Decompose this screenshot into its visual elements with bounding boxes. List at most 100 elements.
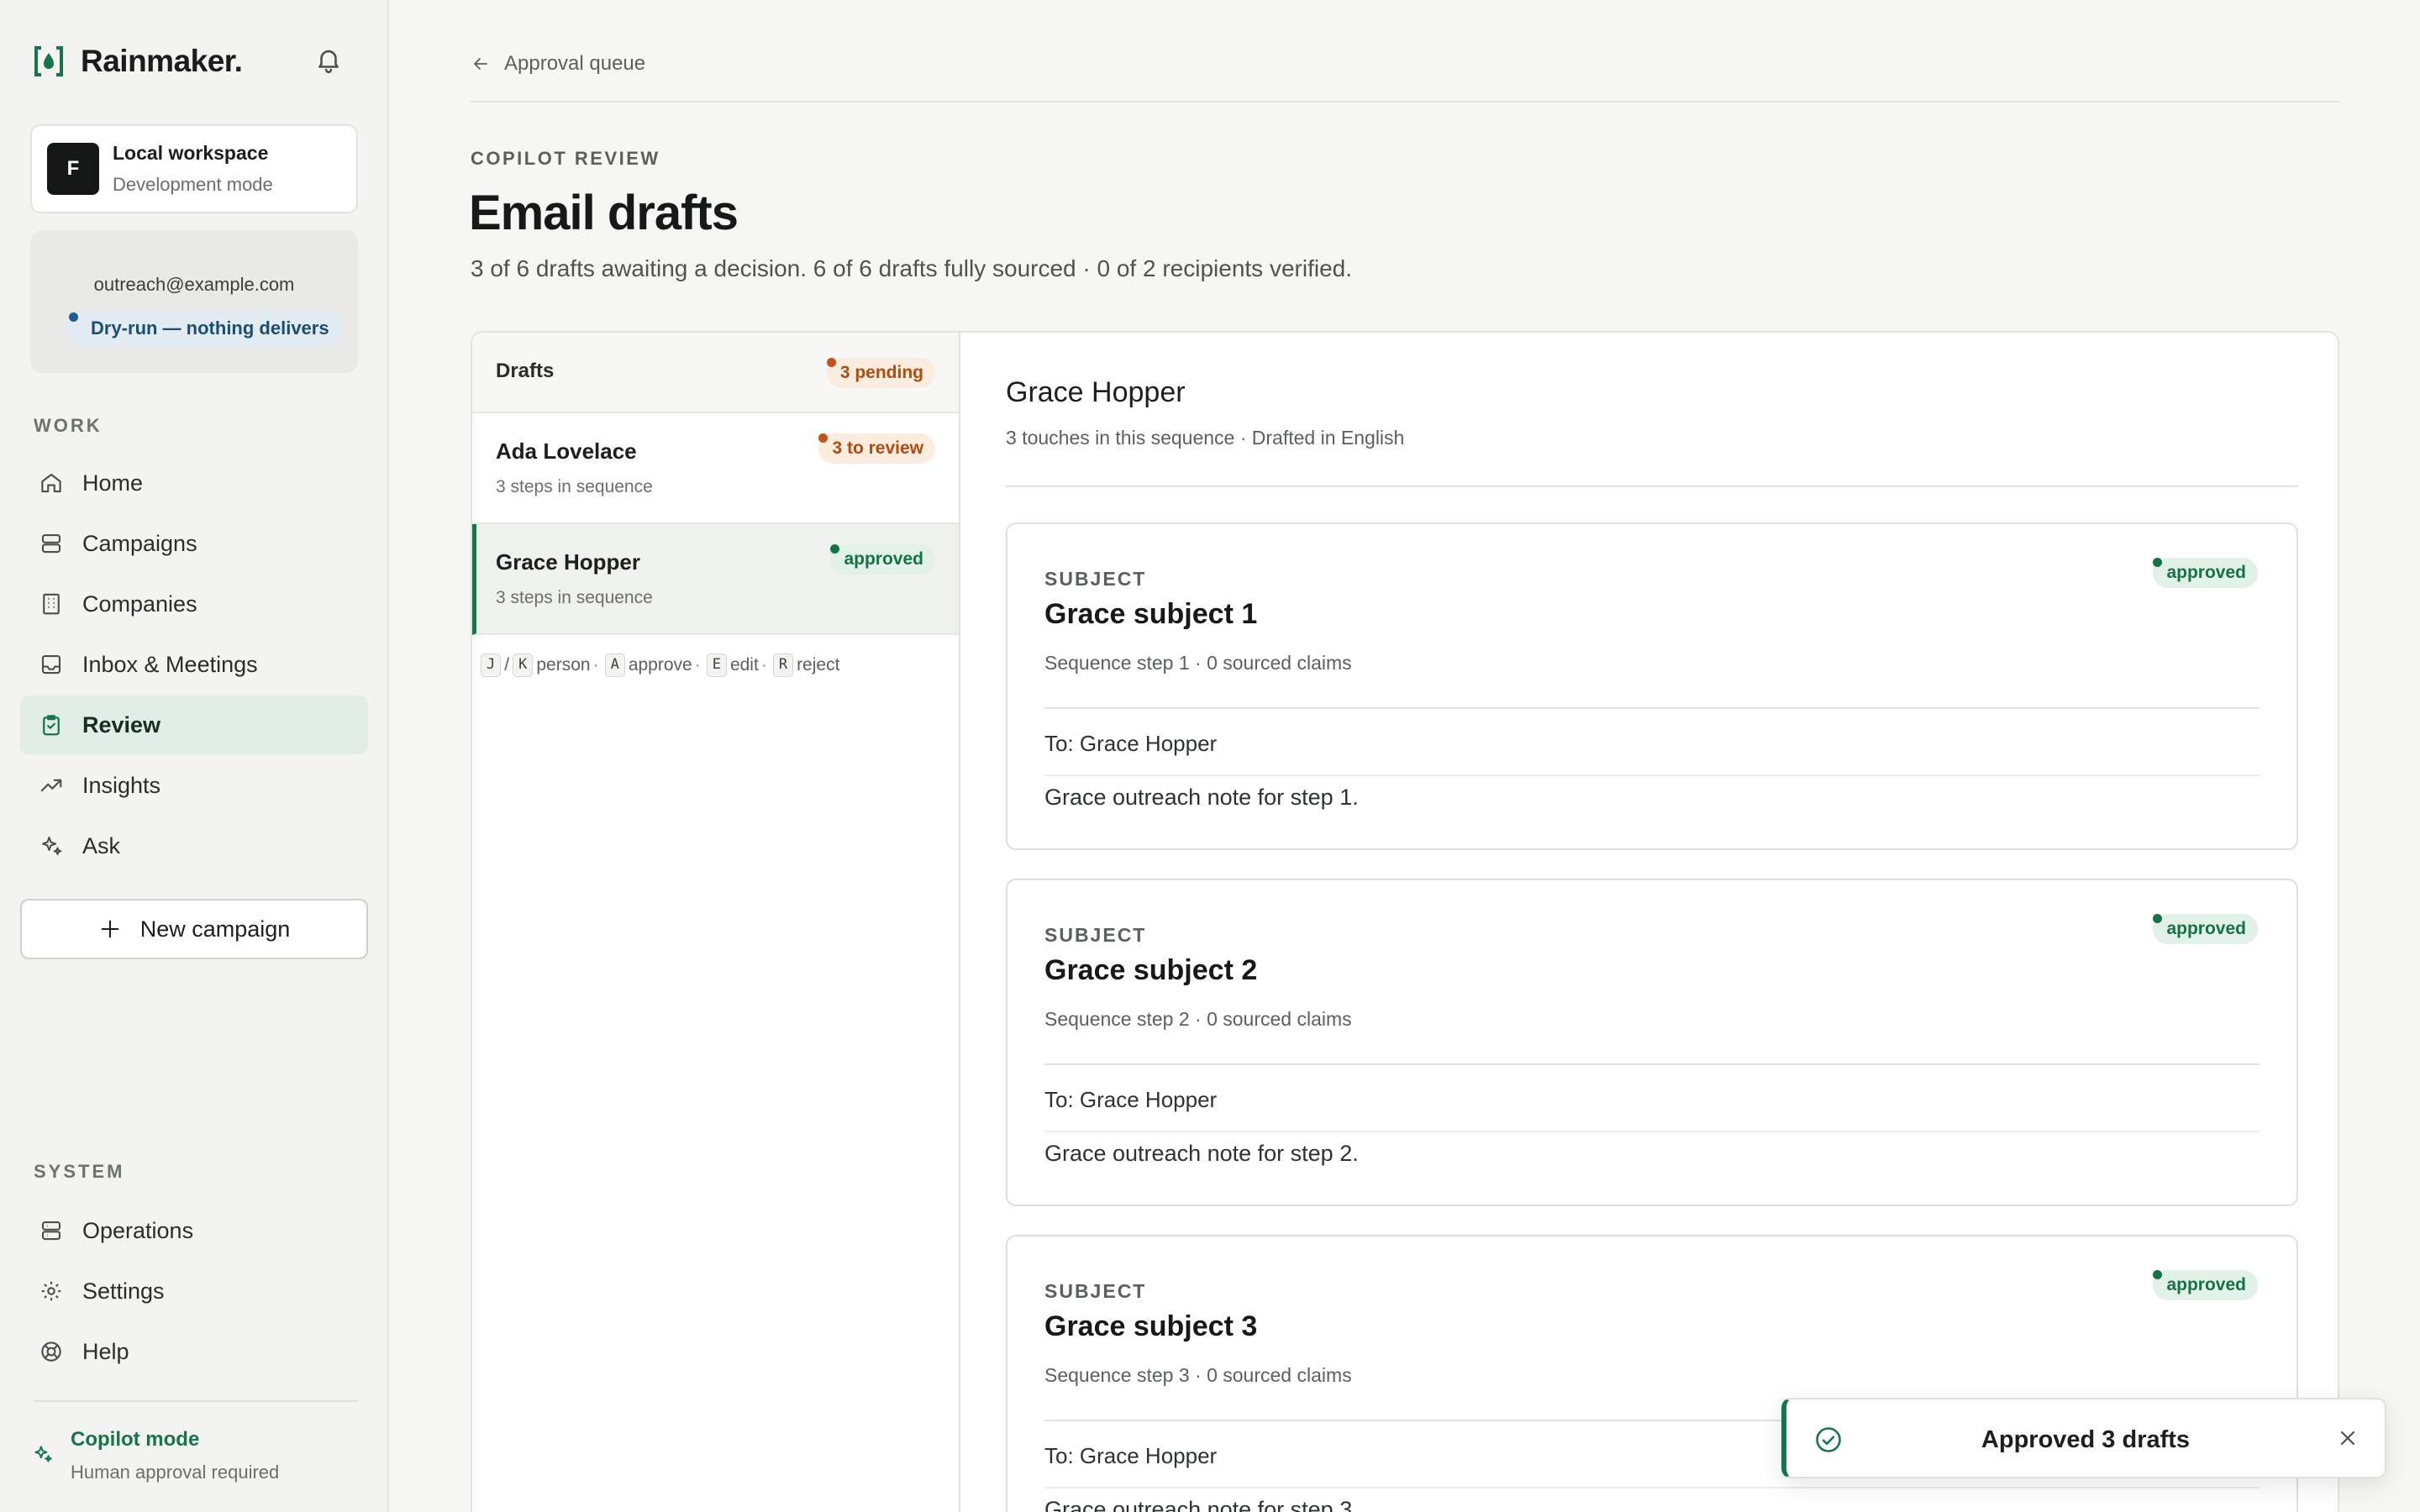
kbd-j: J xyxy=(481,654,502,677)
shortcut-edit-label: edit xyxy=(729,655,759,675)
subject-label: SUBJECT xyxy=(1044,1280,1147,1302)
approved-badge: approved xyxy=(2153,914,2258,944)
shortcut-reject-label: reject xyxy=(797,655,840,675)
success-toast: Approved 3 drafts xyxy=(1781,1398,2386,1478)
subject-label: SUBJECT xyxy=(1044,924,1147,946)
kbd-a: A xyxy=(604,654,625,677)
status-dot-icon xyxy=(69,312,78,322)
approved-badge: approved xyxy=(2153,558,2258,588)
workspace-mode: Development mode xyxy=(113,174,273,195)
detail-sequence-meta: 3 touches in this sequence · Drafted in … xyxy=(1006,427,1405,449)
nav-insights[interactable]: Insights xyxy=(20,756,368,815)
email-recipient: To: Grace Hopper xyxy=(1044,731,1218,756)
detail-recipient-name: Grace Hopper xyxy=(1006,376,1186,408)
page-eyebrow: COPILOT REVIEW xyxy=(471,148,660,169)
sidebar: Rainmaker. F Local workspace Development… xyxy=(0,0,389,1512)
drafts-list-title: Drafts xyxy=(496,360,555,382)
separator: · xyxy=(592,655,599,675)
sending-account-card: outreach@example.com Dry-run — nothing d… xyxy=(30,230,358,373)
card-divider xyxy=(1044,1063,2260,1065)
keyboard-shortcuts-hint: J / K person · A approve · E edit · R re… xyxy=(477,654,839,677)
draft-recipient-name: Ada Lovelace xyxy=(496,438,637,464)
status-badge-label: 3 to review xyxy=(832,438,923,458)
workspace-avatar: F xyxy=(47,143,99,195)
card-divider xyxy=(1044,774,2260,776)
nav-inbox-meetings[interactable]: Inbox & Meetings xyxy=(20,635,368,694)
email-draft-card[interactable]: SUBJECT Grace subject 1 Sequence step 1 … xyxy=(1006,522,2298,850)
nav-campaigns[interactable]: Campaigns xyxy=(20,514,368,573)
close-icon[interactable] xyxy=(2336,1426,2360,1450)
page-subtitle: 3 of 6 drafts awaiting a decision. 6 of … xyxy=(471,255,1352,281)
email-body: Grace outreach note for step 3. xyxy=(1044,1497,1359,1512)
copilot-mode-subtitle: Human approval required xyxy=(71,1462,280,1483)
card-divider xyxy=(1044,1487,2260,1488)
sequence-step-meta: Sequence step 1 · 0 sourced claims xyxy=(1044,652,1352,674)
warning-dot-icon xyxy=(826,358,836,367)
workspace-name: Local workspace xyxy=(113,142,269,164)
draft-detail: Grace Hopper 3 touches in this sequence … xyxy=(962,333,2338,1512)
card-divider xyxy=(1044,1131,2260,1132)
nav-ask-label: Ask xyxy=(82,832,121,858)
card-divider xyxy=(1044,707,2260,709)
nav-operations[interactable]: Operations xyxy=(20,1201,368,1260)
page-title: Email drafts xyxy=(469,186,739,240)
server-icon xyxy=(41,1221,61,1241)
email-body: Grace outreach note for step 2. xyxy=(1044,1141,1359,1166)
home-icon xyxy=(41,473,61,493)
draft-list-item-ada-lovelace[interactable]: Ada Lovelace 3 steps in sequence 3 to re… xyxy=(472,413,959,524)
plus-icon xyxy=(101,920,119,938)
shortcut-approve-label: approve xyxy=(628,655,692,675)
sparkles-icon xyxy=(42,837,62,855)
success-dot-icon xyxy=(2153,1270,2163,1279)
approved-badge-label: approved xyxy=(2166,563,2246,582)
status-badge: 3 to review xyxy=(818,433,935,464)
separator: · xyxy=(694,655,701,675)
kbd-r: R xyxy=(772,654,794,677)
drafts-list-header: Drafts 3 pending xyxy=(472,333,959,413)
nav-review[interactable]: Review xyxy=(20,696,368,754)
copilot-mode-title[interactable]: Copilot mode xyxy=(71,1428,199,1452)
separator: · xyxy=(760,655,767,675)
gear-icon xyxy=(41,1281,61,1301)
email-subject: Grace subject 1 xyxy=(1044,598,1258,630)
account-email: outreach@example.com xyxy=(93,274,295,295)
nav-insights-label: Insights xyxy=(82,772,161,798)
campaigns-icon xyxy=(41,533,61,554)
success-dot-icon xyxy=(2153,558,2163,567)
nav-settings-label: Settings xyxy=(82,1278,165,1304)
nav-campaigns-label: Campaigns xyxy=(82,530,197,556)
draft-list-item-grace-hopper[interactable]: Grace Hopper 3 steps in sequence approve… xyxy=(472,524,959,635)
brand[interactable]: Rainmaker. xyxy=(34,44,243,79)
toast-message: Approved 3 drafts xyxy=(1981,1426,2191,1453)
kbd-slash: / xyxy=(504,655,510,675)
new-campaign-button[interactable]: New campaign xyxy=(20,899,368,959)
arrow-left-icon xyxy=(474,58,487,70)
nav-ask[interactable]: Ask xyxy=(20,816,368,875)
pending-count-badge: 3 pending xyxy=(826,358,935,388)
nav-help-label: Help xyxy=(82,1338,129,1364)
brand-name: Rainmaker. xyxy=(81,44,243,78)
nav-settings[interactable]: Settings xyxy=(20,1262,368,1320)
email-body: Grace outreach note for step 1. xyxy=(1044,785,1359,810)
header-divider xyxy=(471,101,2339,102)
dry-run-label: Dry-run — nothing delivers xyxy=(91,318,329,339)
nav-home[interactable]: Home xyxy=(20,454,368,512)
clipboard-check-icon xyxy=(43,715,60,736)
nav-companies[interactable]: Companies xyxy=(20,575,368,633)
workspace-switcher[interactable]: F Local workspace Development mode xyxy=(30,124,358,213)
nav-help[interactable]: Help xyxy=(20,1322,368,1381)
approved-badge-label: approved xyxy=(2166,919,2246,938)
email-recipient: To: Grace Hopper xyxy=(1044,1087,1218,1112)
sequence-step-meta: Sequence step 3 · 0 sourced claims xyxy=(1044,1364,1352,1386)
nav-review-label: Review xyxy=(82,711,161,738)
dry-run-badge: Dry-run — nothing delivers xyxy=(66,311,343,346)
nav-companies-label: Companies xyxy=(82,591,197,617)
bell-icon[interactable] xyxy=(314,45,343,74)
approved-badge-label: approved xyxy=(2166,1275,2246,1294)
draft-step-count: 3 steps in sequence xyxy=(496,477,653,496)
status-badge-label: approved xyxy=(844,549,923,569)
drafts-list: Drafts 3 pending Ada Lovelace 3 steps in… xyxy=(472,333,960,1512)
email-draft-card[interactable]: SUBJECT Grace subject 2 Sequence step 2 … xyxy=(1006,879,2298,1206)
back-to-approval-queue-link[interactable]: Approval queue xyxy=(471,52,645,76)
lifebuoy-icon xyxy=(41,1341,61,1362)
